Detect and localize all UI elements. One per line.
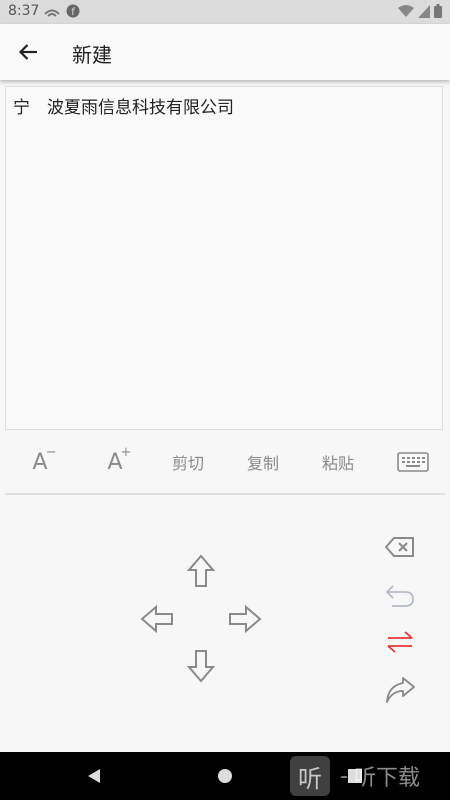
editor-content[interactable]: 宁 波夏雨信息科技有限公司	[13, 93, 234, 118]
text-editor[interactable]: 宁 波夏雨信息科技有限公司	[5, 86, 443, 430]
wifi-icon	[398, 4, 414, 22]
redo-button[interactable]	[380, 672, 420, 708]
font-increase-button[interactable]: A +	[95, 440, 135, 484]
arrow-down-icon	[187, 650, 215, 683]
arrow-left-icon	[140, 605, 173, 633]
cut-button[interactable]: 剪切	[162, 440, 214, 484]
keyboard-icon	[397, 452, 429, 472]
font-decrease-icon: A −	[32, 444, 57, 475]
backspace-button[interactable]	[380, 529, 420, 565]
signal-icon	[418, 4, 430, 22]
status-right-icons	[398, 4, 442, 22]
font-increase-icon: A +	[107, 444, 132, 475]
page-title: 新建	[72, 43, 112, 67]
watermark-text: 听下载	[353, 766, 420, 791]
undo-icon	[385, 585, 414, 607]
system-nav-bar: 听 - 听下载	[0, 752, 450, 800]
status-time: 8:37	[8, 3, 40, 19]
back-button[interactable]	[14, 38, 42, 66]
watermark-logo: 听	[290, 756, 330, 796]
arrow-left-icon	[18, 44, 37, 60]
cursor-left-button[interactable]	[137, 599, 177, 639]
copy-button[interactable]: 复制	[237, 440, 289, 484]
cast-icon	[44, 4, 60, 22]
battery-icon	[434, 4, 442, 22]
cursor-down-button[interactable]	[181, 646, 221, 686]
undo-button[interactable]	[380, 578, 420, 614]
backspace-icon	[385, 537, 414, 557]
swap-icon	[387, 631, 413, 653]
keyboard-toggle-button[interactable]	[394, 440, 432, 484]
status-bar: 8:37 f	[0, 0, 450, 24]
cursor-up-button[interactable]	[181, 551, 221, 591]
paste-button[interactable]: 粘贴	[312, 440, 364, 484]
app-bar: 新建	[0, 24, 450, 80]
redo-icon	[386, 677, 415, 703]
app-notification-icon: f	[66, 4, 80, 22]
watermark-dash: -	[340, 763, 348, 789]
watermark: 听 - 听下载	[290, 756, 420, 796]
home-circle-icon	[218, 769, 232, 783]
status-left-icons: f	[44, 4, 80, 22]
nav-home-button[interactable]	[213, 764, 237, 788]
cursor-right-button[interactable]	[225, 599, 265, 639]
arrow-right-icon	[229, 605, 262, 633]
cursor-pad	[0, 500, 450, 752]
svg-text:f: f	[71, 7, 75, 18]
edit-toolbar: A − A + 剪切 复制 粘贴	[0, 440, 450, 484]
toolbar-divider	[5, 493, 445, 495]
font-decrease-button[interactable]: A −	[20, 440, 60, 484]
nav-back-button[interactable]	[82, 764, 106, 788]
back-triangle-icon	[88, 769, 100, 783]
swap-button[interactable]	[380, 624, 420, 660]
arrow-up-icon	[187, 554, 215, 587]
